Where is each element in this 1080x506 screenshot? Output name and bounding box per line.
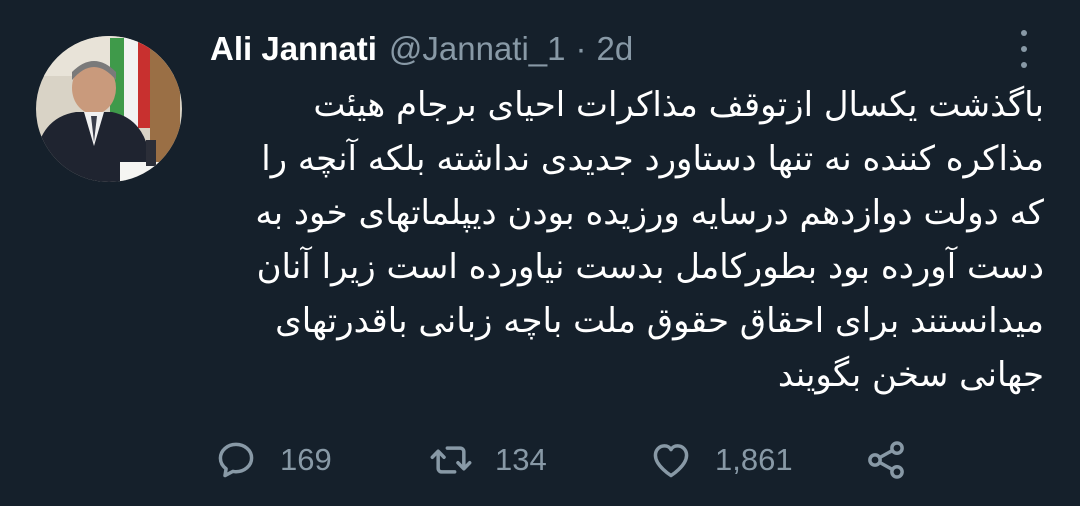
tweet-text-line: میدانستند برای احقاق حقوق ملت باچه زبانی… (275, 301, 1044, 341)
tweet-actions: 169 134 1,861 (214, 440, 924, 480)
reply-icon (218, 442, 254, 478)
retweet-button[interactable]: 134 (429, 438, 649, 482)
tweet-header: Ali Jannati @Jannati_1 · 2d (210, 30, 633, 74)
reply-button[interactable]: 169 (214, 438, 429, 482)
heart-icon (653, 444, 689, 478)
author-handle[interactable]: @Jannati_1 (389, 30, 566, 68)
tweet-text-line: جهانی سخن بگویند (777, 355, 1044, 395)
avatar-photo (36, 36, 182, 182)
more-dot (1021, 30, 1027, 36)
tweet-timestamp[interactable]: 2d (597, 30, 634, 68)
tweet-card: Ali Jannati @Jannati_1 · 2d باگذشت یکسال… (0, 0, 1080, 506)
share-button[interactable] (864, 438, 924, 482)
avatar[interactable] (36, 36, 182, 182)
share-icon (868, 441, 904, 479)
like-count: 1,861 (715, 442, 793, 477)
tweet-text-line: دست آورده بود بطورکامل بدست نیاورده است … (256, 247, 1044, 287)
author-display-name[interactable]: Ali Jannati (210, 30, 377, 68)
retweet-icon (430, 446, 472, 474)
tweet-text: باگذشت یکسال ازتوقف مذاکرات احیای برجام … (210, 78, 1044, 402)
tweet-text-line: که دولت دوازدهم درسایه ورزیده بودن دیپلم… (255, 193, 1044, 233)
more-options-icon[interactable] (1012, 30, 1036, 68)
reply-count: 169 (280, 442, 332, 477)
tweet-text-line: باگذشت یکسال ازتوقف مذاکرات احیای برجام … (313, 85, 1044, 125)
retweet-count: 134 (495, 442, 547, 477)
like-button[interactable]: 1,861 (649, 438, 864, 482)
header-separator: · (575, 30, 587, 67)
tweet-text-line: مذاکره کننده نه تنها دستاورد جدیدی نداشت… (261, 139, 1044, 179)
more-dot (1021, 62, 1027, 68)
more-dot (1021, 46, 1027, 52)
